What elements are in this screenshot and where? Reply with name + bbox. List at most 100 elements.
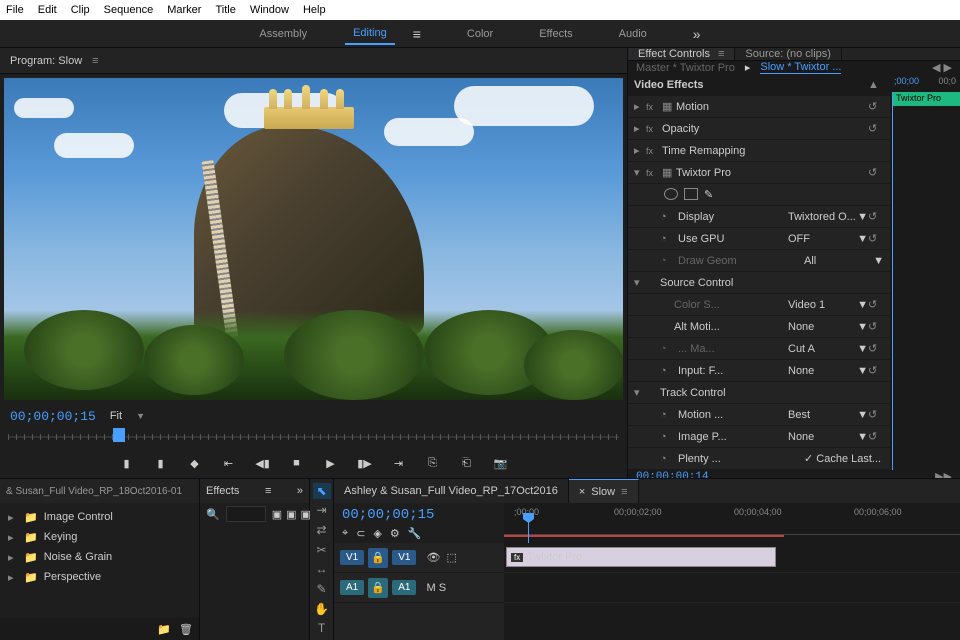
hand-tool[interactable]: ✋ — [313, 601, 331, 617]
slip-tool[interactable]: ↔ — [313, 562, 331, 578]
use-gpu-dropdown[interactable]: OFF▼ — [788, 233, 868, 245]
program-scrubber[interactable] — [8, 428, 619, 448]
zoom-fit-dropdown[interactable]: Fit — [110, 410, 122, 422]
ellipse-mask-icon[interactable] — [664, 188, 678, 200]
alt-motion-dropdown[interactable]: None▼ — [788, 321, 868, 333]
delete-icon[interactable]: 🗑 — [179, 623, 193, 636]
folder-keying[interactable]: ▸📁Keying — [4, 527, 195, 547]
marker-button[interactable]: ◆ — [185, 453, 205, 473]
effect-controls-tab[interactable]: Effect Controls ≡ — [628, 48, 735, 60]
stopwatch-icon[interactable]: ◔ — [660, 211, 674, 223]
track-v1-lock-icon[interactable]: 🔒 — [368, 548, 388, 568]
timeline-timecode[interactable]: 00;00;00;15 — [342, 507, 496, 523]
program-panel-menu-icon[interactable]: ≡ — [92, 55, 98, 67]
stopwatch-icon[interactable]: ◔ — [660, 255, 674, 267]
transform-icon[interactable]: ▦ — [662, 100, 676, 113]
timeline-nav-icon[interactable]: ◀ ▶ — [932, 61, 952, 74]
menu-file[interactable]: File — [6, 4, 24, 16]
wrench-icon[interactable]: 🔧 — [408, 527, 422, 540]
lift-button[interactable]: ⎘ — [423, 453, 443, 473]
section-toggle-icon[interactable]: ▲ — [868, 79, 884, 91]
display-dropdown[interactable]: Twixtored O...▼ — [788, 211, 868, 223]
new-bin-icon[interactable]: 📁 — [157, 623, 171, 636]
workspace-menu-icon[interactable]: ≡ — [405, 22, 429, 46]
menu-help[interactable]: Help — [303, 4, 326, 16]
snap-icon[interactable]: ⌖ — [342, 527, 348, 540]
stop-button[interactable]: ■ — [287, 453, 307, 473]
reset-icon[interactable]: ↺ — [868, 430, 884, 443]
reset-icon[interactable]: ↺ — [868, 166, 884, 179]
workspace-effects[interactable]: Effects — [531, 24, 580, 44]
sequence-tab-1[interactable]: Ashley & Susan_Full Video_RP_17Oct2016 — [334, 479, 569, 503]
mark-out-button[interactable]: ▮ — [151, 453, 171, 473]
zoom-dropdown-icon[interactable]: ▼ — [136, 411, 145, 421]
draw-geom-dropdown[interactable]: All▼ — [804, 255, 884, 267]
expand-icon[interactable]: ▸ — [634, 144, 646, 157]
overflow-icon[interactable]: » — [297, 485, 303, 497]
expand-icon[interactable]: ▸ — [634, 122, 646, 135]
source-monitor-tab[interactable]: Source: (no clips) — [735, 48, 842, 60]
preset-icon-1[interactable]: ▣ — [272, 508, 282, 521]
menu-window[interactable]: Window — [250, 4, 289, 16]
type-tool[interactable]: T — [313, 620, 331, 636]
timeline-ruler[interactable]: ;00;00 00;00;02;00 00;00;04;00 00;00;06;… — [504, 503, 960, 543]
motion-dropdown[interactable]: Best▼ — [788, 409, 868, 421]
plenty-checkbox[interactable]: ✓ Cache Last... — [804, 452, 884, 465]
stopwatch-icon[interactable]: ◔ — [660, 409, 674, 421]
mute-icon[interactable]: M S — [426, 582, 446, 594]
project-tab[interactable]: & Susan_Full Video_RP_18Oct2016-01 — [0, 479, 199, 503]
stopwatch-icon[interactable]: ◔ — [660, 233, 674, 245]
reset-icon[interactable]: ↺ — [868, 232, 884, 245]
time-remapping-row[interactable]: ▸ fx Time Remapping — [628, 140, 890, 162]
video-clip-twixtor[interactable]: fx Twixtor Pro — [506, 547, 776, 567]
playhead-icon[interactable] — [113, 428, 125, 442]
folder-perspective[interactable]: ▸📁Perspective — [4, 567, 195, 587]
track-a1-lock-icon[interactable]: 🔒 — [368, 578, 388, 598]
go-to-out-button[interactable]: ⇥ — [389, 453, 409, 473]
folder-image-control[interactable]: ▸📁Image Control — [4, 507, 195, 527]
video-effects-section[interactable]: Video Effects ▲ — [628, 74, 890, 96]
mark-in-button[interactable]: ▮ — [117, 453, 137, 473]
rectangle-mask-icon[interactable] — [684, 188, 698, 200]
stopwatch-icon[interactable]: ◔ — [660, 431, 674, 443]
ec-mini-clip[interactable]: Twixtor Pro — [892, 92, 960, 106]
ec-footer-timecode[interactable]: 00;00;00;14 — [636, 471, 709, 479]
razor-tool[interactable]: ✂ — [313, 542, 331, 558]
track-a1-lane[interactable] — [504, 573, 960, 603]
track-a1-header[interactable]: A1 🔒 A1 M S — [334, 573, 504, 603]
motion-effect-row[interactable]: ▸ fx ▦ Motion ↺ — [628, 96, 890, 118]
image-prep-dropdown[interactable]: None▼ — [788, 431, 868, 443]
track-a1-source-patch[interactable]: A1 — [340, 580, 364, 595]
toggle-output-icon[interactable]: 👁 — [426, 551, 440, 564]
workspace-color[interactable]: Color — [459, 24, 501, 44]
reset-icon[interactable]: ↺ — [868, 100, 884, 113]
menu-title[interactable]: Title — [215, 4, 235, 16]
opacity-effect-row[interactable]: ▸ fx Opacity ↺ — [628, 118, 890, 140]
reset-icon[interactable]: ↺ — [868, 210, 884, 223]
twixtor-effect-row[interactable]: ▾ fx ▦ Twixtor Pro ↺ — [628, 162, 890, 184]
reset-icon[interactable]: ↺ — [868, 408, 884, 421]
track-v1-header[interactable]: V1 🔒 V1 👁⬚ — [334, 543, 504, 573]
track-a1-target[interactable]: A1 — [392, 580, 416, 595]
export-frame-button[interactable]: 📷 — [491, 453, 511, 473]
collapse-icon[interactable]: ▾ — [634, 386, 646, 399]
current-clip-label[interactable]: Slow * Twixtor ... — [760, 61, 841, 74]
input-frame-dropdown[interactable]: None▼ — [788, 365, 868, 377]
pen-mask-icon[interactable]: ✎ — [704, 188, 713, 201]
workspace-overflow-icon[interactable]: » — [685, 22, 709, 46]
ripple-edit-tool[interactable]: ⇄ — [313, 522, 331, 538]
track-v1-lane[interactable]: fx Twixtor Pro — [504, 543, 960, 573]
collapse-icon[interactable]: ▾ — [634, 166, 646, 179]
collapse-icon[interactable]: ▾ — [634, 276, 646, 289]
track-select-tool[interactable]: ⇥ — [313, 503, 331, 519]
reset-icon[interactable]: ↺ — [868, 298, 884, 311]
stopwatch-icon[interactable]: ◔ — [660, 365, 674, 377]
preset-icon-2[interactable]: ▣ — [286, 508, 296, 521]
sync-lock-icon[interactable]: ⬚ — [446, 551, 456, 564]
reset-icon[interactable]: ↺ — [868, 342, 884, 355]
go-to-in-button[interactable]: ⇤ — [219, 453, 239, 473]
workspace-editing[interactable]: Editing — [345, 23, 395, 45]
menu-edit[interactable]: Edit — [38, 4, 57, 16]
effects-search-input[interactable] — [226, 506, 266, 522]
effects-tab-label[interactable]: Effects — [206, 485, 239, 497]
